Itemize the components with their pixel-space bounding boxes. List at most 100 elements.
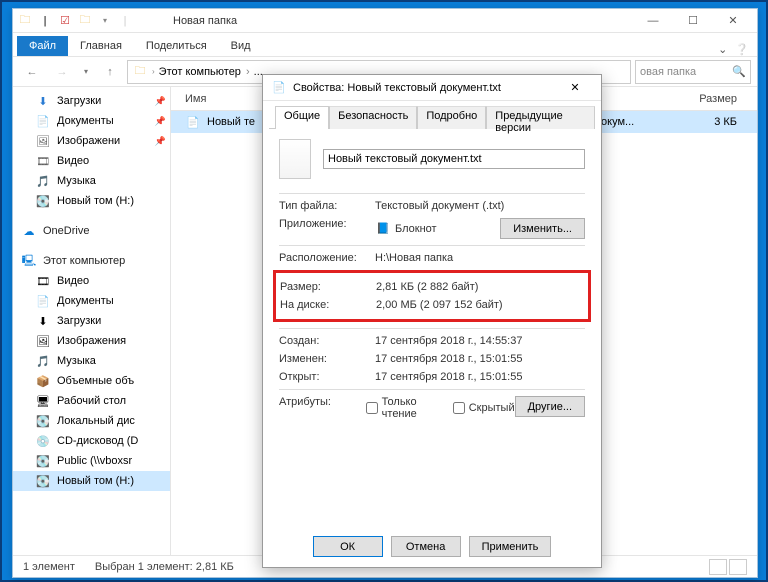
- col-size[interactable]: Размер: [699, 93, 757, 105]
- tab-general[interactable]: Общие: [275, 106, 329, 129]
- recent-dropdown[interactable]: ▾: [79, 60, 93, 84]
- tab-security[interactable]: Безопасность: [329, 106, 417, 129]
- nav-icon: 🖼: [35, 333, 51, 349]
- filetype-value: Текстовый документ (.txt): [375, 200, 504, 212]
- tab-previous-versions[interactable]: Предыдущие версии: [486, 106, 595, 129]
- view-details-button[interactable]: [709, 559, 727, 575]
- titlebar: 🗀 | ☑ 🗀 ▾ | Новая папка — ☐ ✕: [13, 9, 757, 33]
- nav-icon: 🎞: [35, 273, 51, 289]
- file-name: Новый те: [207, 116, 255, 128]
- tab-share[interactable]: Поделиться: [134, 36, 219, 56]
- window-title: Новая папка: [133, 15, 633, 27]
- nav-icon: 💽: [35, 473, 51, 489]
- size-value: 2,81 КБ (2 882 байт): [376, 281, 478, 293]
- nav-item[interactable]: 📄Документы📌: [13, 111, 170, 131]
- maximize-button[interactable]: ☐: [673, 9, 713, 33]
- nav-icon: 🖼: [35, 133, 51, 149]
- nav-item[interactable]: 🎞Видео: [13, 151, 170, 171]
- qat-separator: |: [117, 13, 133, 29]
- nav-item[interactable]: ⬇Загрузки📌: [13, 91, 170, 111]
- file-size: 3 КБ: [714, 116, 757, 128]
- dialog-titlebar: 📄 Свойства: Новый текстовый документ.txt…: [263, 75, 601, 101]
- filename-input[interactable]: [323, 149, 585, 169]
- nav-icon: 📄: [35, 293, 51, 309]
- folder-icon: 🗀: [77, 13, 93, 29]
- qat-checkbox-icon[interactable]: ☑: [57, 13, 73, 29]
- pin-icon: 📌: [155, 96, 166, 107]
- created-value: 17 сентября 2018 г., 14:55:37: [375, 335, 522, 347]
- highlighted-size-section: Размер:2,81 КБ (2 882 байт) На диске:2,0…: [273, 270, 591, 322]
- apply-button[interactable]: Применить: [469, 536, 552, 557]
- opened-label: Открыт:: [279, 371, 375, 383]
- nav-item[interactable]: 🎵Музыка: [13, 171, 170, 191]
- nav-item[interactable]: 💽Public (\\vboxsr: [13, 451, 170, 471]
- nav-icon: 💽: [35, 453, 51, 469]
- nav-item[interactable]: 📄Документы: [13, 291, 170, 311]
- pc-icon: 🖳: [21, 253, 37, 269]
- nav-icon: 📄: [35, 113, 51, 129]
- sizeondisk-value: 2,00 МБ (2 097 152 байт): [376, 299, 503, 311]
- minimize-button[interactable]: —: [633, 9, 673, 33]
- ribbon-tabs: Файл Главная Поделиться Вид ⌄ ❔: [13, 33, 757, 57]
- file-type: окум...: [601, 116, 714, 128]
- nav-item[interactable]: 🖥Рабочий стол: [13, 391, 170, 411]
- ribbon-expand-icon[interactable]: ⌄: [718, 43, 727, 56]
- nav-item[interactable]: 📦Объемные объ: [13, 371, 170, 391]
- other-attributes-button[interactable]: Другие...: [515, 396, 585, 417]
- pin-icon: 📌: [155, 136, 166, 147]
- search-icon: 🔍: [732, 65, 746, 78]
- textfile-icon: 📄: [271, 80, 287, 96]
- readonly-checkbox[interactable]: Только чтение: [366, 396, 439, 420]
- onedrive-icon: ☁: [21, 223, 37, 239]
- folder-icon: 🗀: [132, 64, 148, 80]
- nav-item[interactable]: 💿CD-дисковод (D: [13, 431, 170, 451]
- nav-icon: ⬇: [35, 313, 51, 329]
- nav-item[interactable]: 🎵Музыка: [13, 351, 170, 371]
- nav-onedrive[interactable]: ☁OneDrive: [13, 221, 170, 241]
- close-button[interactable]: ✕: [713, 9, 753, 33]
- breadcrumb[interactable]: Этот компьютер: [159, 66, 250, 78]
- nav-icon: 💽: [35, 413, 51, 429]
- nav-thispc[interactable]: 🖳Этот компьютер: [13, 251, 170, 271]
- nav-item[interactable]: 🖼Изображени📌: [13, 131, 170, 151]
- tab-home[interactable]: Главная: [68, 36, 134, 56]
- nav-icon: ⬇: [35, 93, 51, 109]
- nav-icon: 🎞: [35, 153, 51, 169]
- search-input[interactable]: овая папка 🔍: [635, 60, 751, 84]
- nav-icon: 🖥: [35, 393, 51, 409]
- location-label: Расположение:: [279, 252, 375, 264]
- nav-item[interactable]: 💽Локальный дис: [13, 411, 170, 431]
- nav-item[interactable]: 🖼Изображения: [13, 331, 170, 351]
- forward-button[interactable]: →: [49, 60, 75, 84]
- properties-dialog: 📄 Свойства: Новый текстовый документ.txt…: [262, 74, 602, 568]
- ok-button[interactable]: ОК: [313, 536, 383, 557]
- nav-item[interactable]: 💽Новый том (H:): [13, 191, 170, 211]
- tab-view[interactable]: Вид: [219, 36, 263, 56]
- nav-item[interactable]: ⬇Загрузки: [13, 311, 170, 331]
- back-button[interactable]: ←: [19, 60, 45, 84]
- pin-icon: 📌: [155, 116, 166, 127]
- filetype-label: Тип файла:: [279, 200, 375, 212]
- cancel-button[interactable]: Отмена: [391, 536, 461, 557]
- up-button[interactable]: ↑: [97, 60, 123, 84]
- notepad-icon: 📘: [375, 221, 391, 237]
- nav-pane: ⬇Загрузки📌📄Документы📌🖼Изображени📌🎞Видео🎵…: [13, 87, 171, 555]
- dialog-close-button[interactable]: ✕: [557, 81, 593, 94]
- help-icon[interactable]: ❔: [735, 43, 749, 56]
- nav-icon: 💽: [35, 193, 51, 209]
- nav-icon: 💿: [35, 433, 51, 449]
- modified-label: Изменен:: [279, 353, 375, 365]
- tab-details[interactable]: Подробно: [417, 106, 486, 129]
- size-label: Размер:: [280, 281, 376, 293]
- tab-file[interactable]: Файл: [17, 36, 68, 56]
- change-app-button[interactable]: Изменить...: [500, 218, 585, 239]
- col-name[interactable]: Имя: [185, 93, 246, 105]
- nav-item[interactable]: 🎞Видео: [13, 271, 170, 291]
- qat-dropdown-icon[interactable]: ▾: [97, 13, 113, 29]
- created-label: Создан:: [279, 335, 375, 347]
- view-icons-button[interactable]: [729, 559, 747, 575]
- nav-item[interactable]: 💽Новый том (H:): [13, 471, 170, 491]
- selection-info: Выбран 1 элемент: 2,81 КБ: [95, 561, 234, 573]
- hidden-checkbox[interactable]: Скрытый: [453, 402, 515, 414]
- nav-icon: 📦: [35, 373, 51, 389]
